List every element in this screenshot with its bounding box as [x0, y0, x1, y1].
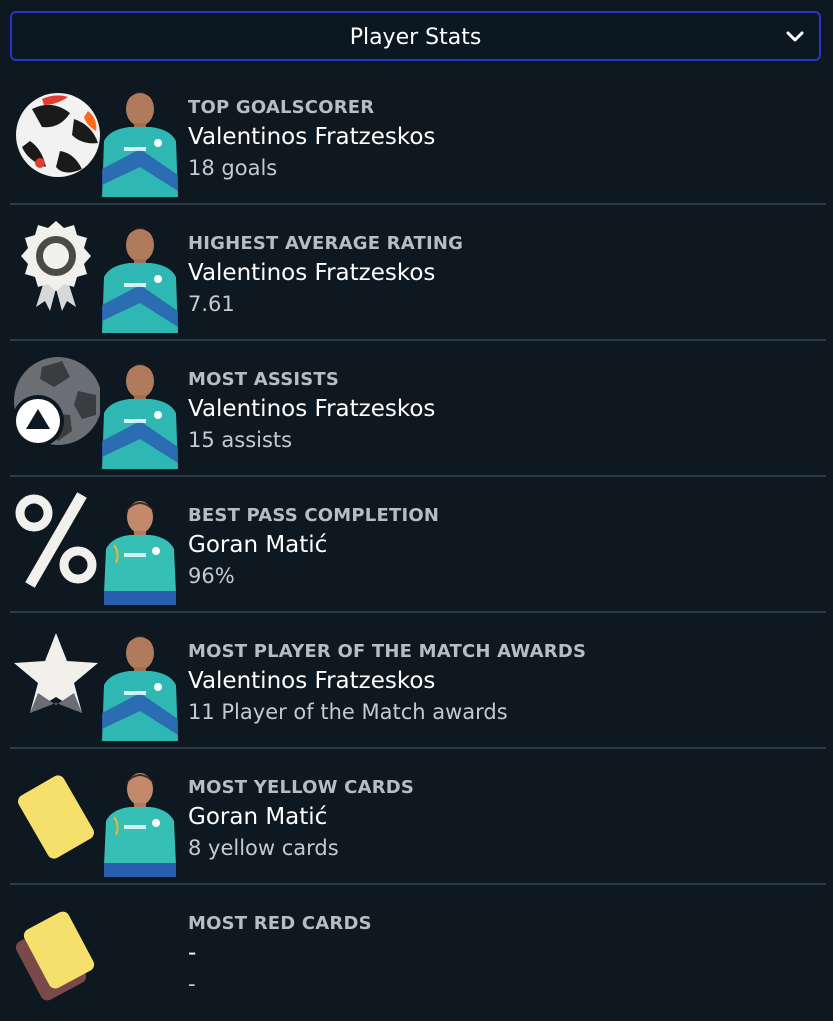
stat-value: - — [188, 972, 196, 996]
football-icon — [12, 79, 100, 191]
stat-value: 15 assists — [188, 428, 293, 452]
star-icon — [12, 623, 100, 735]
stat-value: 11 Player of the Match awards — [188, 700, 508, 724]
stat-value: 8 yellow cards — [188, 836, 339, 860]
player-photo — [100, 351, 180, 469]
stat-row-top-goalscorer[interactable]: TOP GOALSCORER Valentinos Fratzeskos 18 … — [10, 69, 826, 205]
stat-value: 96% — [188, 564, 235, 588]
player-photo — [100, 487, 180, 605]
player-name[interactable]: Valentinos Fratzeskos — [188, 257, 463, 289]
stat-row-best-pass-completion[interactable]: BEST PASS COMPLETION Goran Matić 96% — [10, 477, 826, 613]
red-card-icon — [12, 895, 100, 1007]
player-photo — [100, 215, 180, 333]
stat-label: MOST ASSISTS — [188, 369, 340, 390]
chevron-down-icon — [786, 31, 804, 42]
player-name[interactable]: Goran Matić — [188, 529, 439, 561]
player-name[interactable]: Goran Matić — [188, 801, 414, 833]
stat-row-most-assists[interactable]: MOST ASSISTS Valentinos Fratzeskos 15 as… — [10, 341, 826, 477]
yellow-card-icon — [12, 759, 100, 871]
stat-label: MOST YELLOW CARDS — [188, 777, 415, 798]
stat-value: 7.61 — [188, 292, 235, 316]
stats-list: TOP GOALSCORER Valentinos Fratzeskos 18 … — [10, 69, 826, 1021]
player-photo — [100, 759, 180, 877]
stat-label: BEST PASS COMPLETION — [188, 505, 440, 526]
player-name[interactable]: Valentinos Fratzeskos — [188, 121, 435, 153]
stat-label: MOST PLAYER OF THE MATCH AWARDS — [188, 641, 587, 662]
rosette-icon — [12, 215, 100, 327]
stat-label: HIGHEST AVERAGE RATING — [188, 233, 464, 254]
player-name: - — [188, 940, 197, 966]
stat-row-most-yellow-cards[interactable]: MOST YELLOW CARDS Goran Matić 8 yellow c… — [10, 749, 826, 885]
player-name[interactable]: Valentinos Fratzeskos — [188, 393, 435, 425]
stat-label: TOP GOALSCORER — [188, 97, 375, 118]
stats-dropdown[interactable]: Player Stats — [10, 11, 821, 61]
stat-label: MOST RED CARDS — [188, 913, 372, 934]
stat-row-highest-rating[interactable]: HIGHEST AVERAGE RATING Valentinos Fratze… — [10, 205, 826, 341]
stat-row-most-potm-awards[interactable]: MOST PLAYER OF THE MATCH AWARDS Valentin… — [10, 613, 826, 749]
dropdown-label: Player Stats — [349, 25, 482, 50]
assist-icon — [12, 351, 100, 463]
player-photo — [100, 79, 180, 197]
player-name[interactable]: Valentinos Fratzeskos — [188, 665, 586, 697]
stat-row-most-red-cards[interactable]: MOST RED CARDS - - — [10, 885, 826, 1021]
stat-value: 18 goals — [188, 156, 278, 180]
percent-icon — [12, 487, 100, 599]
player-photo — [100, 623, 180, 741]
